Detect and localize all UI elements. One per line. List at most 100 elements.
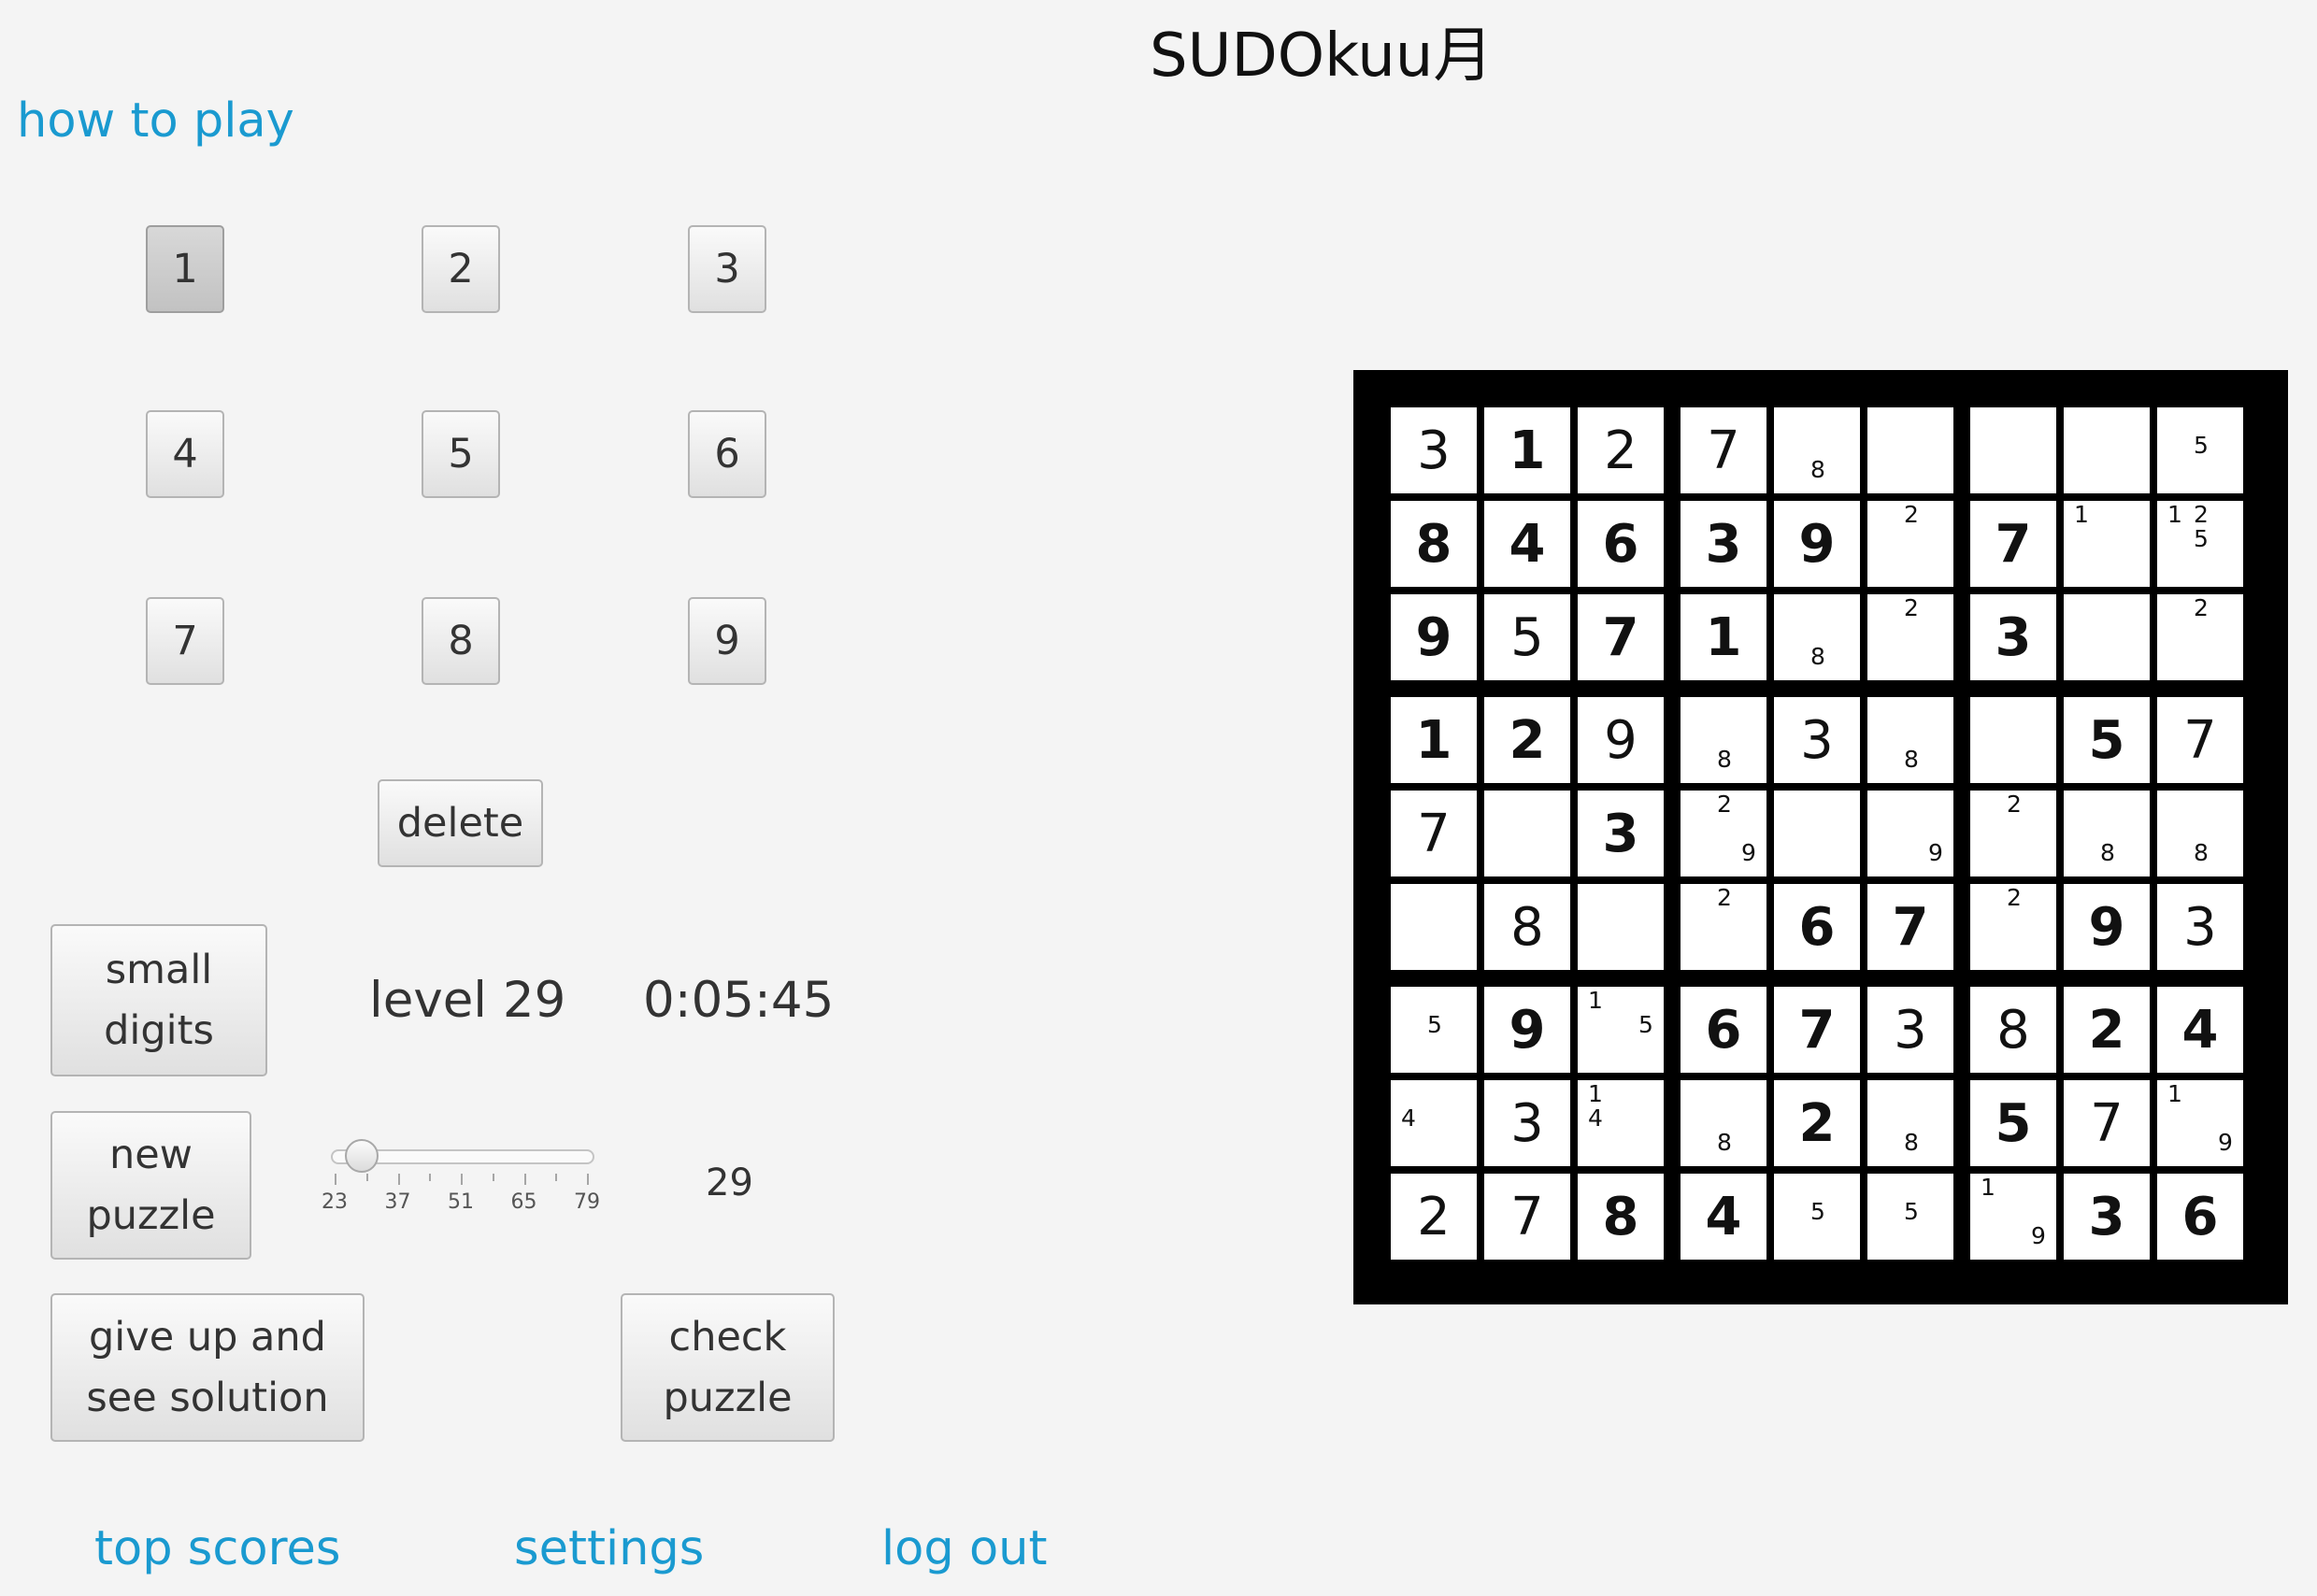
cell-r5c6[interactable]: 9 [1867,791,1953,876]
digit-4-button[interactable]: 4 [146,410,224,498]
cell-r9c8[interactable]: 3 [2064,1174,2150,1260]
cell-r4c9[interactable]: 7 [2157,697,2243,783]
cell-r6c1[interactable] [1391,884,1477,970]
give-up-button[interactable]: give up and see solution [50,1293,365,1442]
digit-7-button[interactable]: 7 [146,597,224,685]
cell-r5c8[interactable]: 8 [2064,791,2150,876]
cell-r2c4[interactable]: 3 [1681,501,1766,587]
cell-r4c8[interactable]: 5 [2064,697,2150,783]
cell-r1c2[interactable]: 1 [1484,407,1570,493]
cell-r8c5[interactable]: 2 [1774,1080,1860,1166]
cell-r7c6[interactable]: 3 [1867,987,1953,1073]
cell-r4c7[interactable] [1970,697,2056,783]
check-puzzle-button[interactable]: check puzzle [621,1293,835,1442]
cell-r7c1[interactable]: 5 [1391,987,1477,1073]
cell-r5c1[interactable]: 7 [1391,791,1477,876]
cell-r3c9[interactable]: 2 [2157,594,2243,680]
small-digits-button[interactable]: small digits [50,924,267,1076]
delete-button[interactable]: delete [378,779,543,867]
cell-r5c7[interactable]: 2 [1970,791,2056,876]
cell-r6c6[interactable]: 7 [1867,884,1953,970]
cell-r2c5[interactable]: 9 [1774,501,1860,587]
cell-r3c6[interactable]: 2 [1867,594,1953,680]
how-to-play-link[interactable]: how to play [17,93,294,149]
slider-thumb[interactable] [344,1139,379,1173]
cell-r1c9[interactable]: 5 [2157,407,2243,493]
cell-r8c1[interactable]: 4 [1391,1080,1477,1166]
cell-r3c8[interactable] [2064,594,2150,680]
cell-r4c2[interactable]: 2 [1484,697,1570,783]
cell-r8c7[interactable]: 5 [1970,1080,2056,1166]
cell-r9c7[interactable]: 19 [1970,1174,2056,1260]
cell-r5c3[interactable]: 3 [1578,791,1664,876]
cell-r6c3[interactable] [1578,884,1664,970]
cell-r2c6[interactable]: 2 [1867,501,1953,587]
cell-r5c2[interactable] [1484,791,1570,876]
cell-r4c1[interactable]: 1 [1391,697,1477,783]
cell-r6c5[interactable]: 6 [1774,884,1860,970]
cell-r3c7[interactable]: 3 [1970,594,2056,680]
cell-r7c3[interactable]: 15 [1578,987,1664,1073]
cell-r6c2[interactable]: 8 [1484,884,1570,970]
cell-r5c4[interactable]: 29 [1681,791,1766,876]
cell-r1c7[interactable] [1970,407,2056,493]
top-scores-link[interactable]: top scores [94,1521,340,1576]
new-puzzle-button[interactable]: new puzzle [50,1111,251,1260]
cell-r7c5[interactable]: 7 [1774,987,1860,1073]
cell-r8c3[interactable]: 14 [1578,1080,1664,1166]
log-out-link[interactable]: log out [881,1521,1047,1576]
cell-r2c9[interactable]: 125 [2157,501,2243,587]
cell-r1c1[interactable]: 3 [1391,407,1477,493]
cell-r9c6[interactable]: 5 [1867,1174,1953,1260]
cell-r3c4[interactable]: 1 [1681,594,1766,680]
digit-9-button[interactable]: 9 [688,597,766,685]
cell-r9c5[interactable]: 5 [1774,1174,1860,1260]
cell-r8c9[interactable]: 19 [2157,1080,2243,1166]
digit-8-button[interactable]: 8 [422,597,500,685]
cell-r2c2[interactable]: 4 [1484,501,1570,587]
cell-r8c8[interactable]: 7 [2064,1080,2150,1166]
cell-r3c2[interactable]: 5 [1484,594,1570,680]
digit-6-button[interactable]: 6 [688,410,766,498]
cell-r4c6[interactable]: 8 [1867,697,1953,783]
cell-r3c1[interactable]: 9 [1391,594,1477,680]
cell-r9c9[interactable]: 6 [2157,1174,2243,1260]
cell-r8c2[interactable]: 3 [1484,1080,1570,1166]
cell-r2c7[interactable]: 7 [1970,501,2056,587]
cell-r4c3[interactable]: 9 [1578,697,1664,783]
digit-2-button[interactable]: 2 [422,225,500,313]
cell-r7c8[interactable]: 2 [2064,987,2150,1073]
cell-r2c1[interactable]: 8 [1391,501,1477,587]
cell-r9c2[interactable]: 7 [1484,1174,1570,1260]
cell-r4c5[interactable]: 3 [1774,697,1860,783]
digit-1-button[interactable]: 1 [146,225,224,313]
cell-r5c5[interactable] [1774,791,1860,876]
digit-3-button[interactable]: 3 [688,225,766,313]
settings-link[interactable]: settings [514,1521,704,1576]
cell-r6c8[interactable]: 9 [2064,884,2150,970]
cell-r6c7[interactable]: 2 [1970,884,2056,970]
cell-r7c9[interactable]: 4 [2157,987,2243,1073]
cell-r7c4[interactable]: 6 [1681,987,1766,1073]
cell-r1c6[interactable] [1867,407,1953,493]
cell-r9c1[interactable]: 2 [1391,1174,1477,1260]
cell-r6c9[interactable]: 3 [2157,884,2243,970]
level-slider[interactable]: 23 37 51 65 79 [318,1131,600,1215]
cell-r3c3[interactable]: 7 [1578,594,1664,680]
cell-r1c8[interactable] [2064,407,2150,493]
cell-r1c3[interactable]: 2 [1578,407,1664,493]
cell-r7c7[interactable]: 8 [1970,987,2056,1073]
cell-r5c9[interactable]: 8 [2157,791,2243,876]
cell-r9c4[interactable]: 4 [1681,1174,1766,1260]
digit-5-button[interactable]: 5 [422,410,500,498]
cell-r6c4[interactable]: 2 [1681,884,1766,970]
cell-r4c4[interactable]: 8 [1681,697,1766,783]
cell-r9c3[interactable]: 8 [1578,1174,1664,1260]
cell-r1c4[interactable]: 7 [1681,407,1766,493]
cell-r2c8[interactable]: 1 [2064,501,2150,587]
cell-r3c5[interactable]: 8 [1774,594,1860,680]
cell-r7c2[interactable]: 9 [1484,987,1570,1073]
cell-r8c6[interactable]: 8 [1867,1080,1953,1166]
cell-r1c5[interactable]: 8 [1774,407,1860,493]
cell-r2c3[interactable]: 6 [1578,501,1664,587]
